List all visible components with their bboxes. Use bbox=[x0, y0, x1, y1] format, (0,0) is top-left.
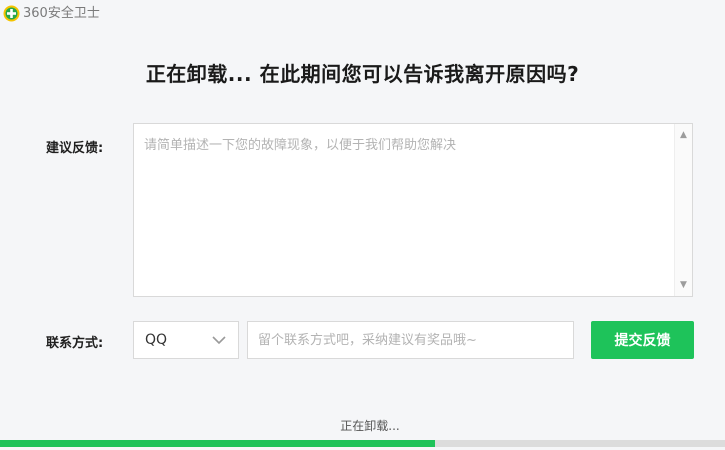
chevron-down-icon bbox=[212, 336, 226, 345]
scroll-down-arrow-icon[interactable]: ▼ bbox=[675, 277, 692, 293]
contact-input[interactable] bbox=[247, 321, 574, 359]
title-bar: 360安全卫士 bbox=[0, 0, 725, 28]
scroll-up-arrow-icon[interactable]: ▲ bbox=[675, 127, 692, 143]
uninstall-progress-fill bbox=[0, 440, 435, 447]
app-title: 360安全卫士 bbox=[23, 6, 100, 21]
feedback-textarea[interactable] bbox=[134, 124, 674, 296]
feedback-scrollbar[interactable]: ▲ ▼ bbox=[674, 124, 692, 296]
page-headline: 正在卸载... 在此期间您可以告诉我离开原因吗? bbox=[145, 62, 580, 86]
contact-type-select[interactable]: QQ bbox=[133, 321, 239, 359]
submit-feedback-button[interactable]: 提交反馈 bbox=[591, 321, 694, 359]
contact-label: 联系方式: bbox=[46, 336, 104, 351]
feedback-textarea-container: ▲ ▼ bbox=[133, 123, 693, 297]
contact-type-value: QQ bbox=[145, 332, 168, 348]
uninstall-progress-bar bbox=[0, 440, 725, 447]
app-logo-icon bbox=[3, 5, 20, 22]
uninstall-status-text: 正在卸载... bbox=[340, 419, 400, 433]
feedback-label: 建议反馈: bbox=[46, 141, 104, 156]
